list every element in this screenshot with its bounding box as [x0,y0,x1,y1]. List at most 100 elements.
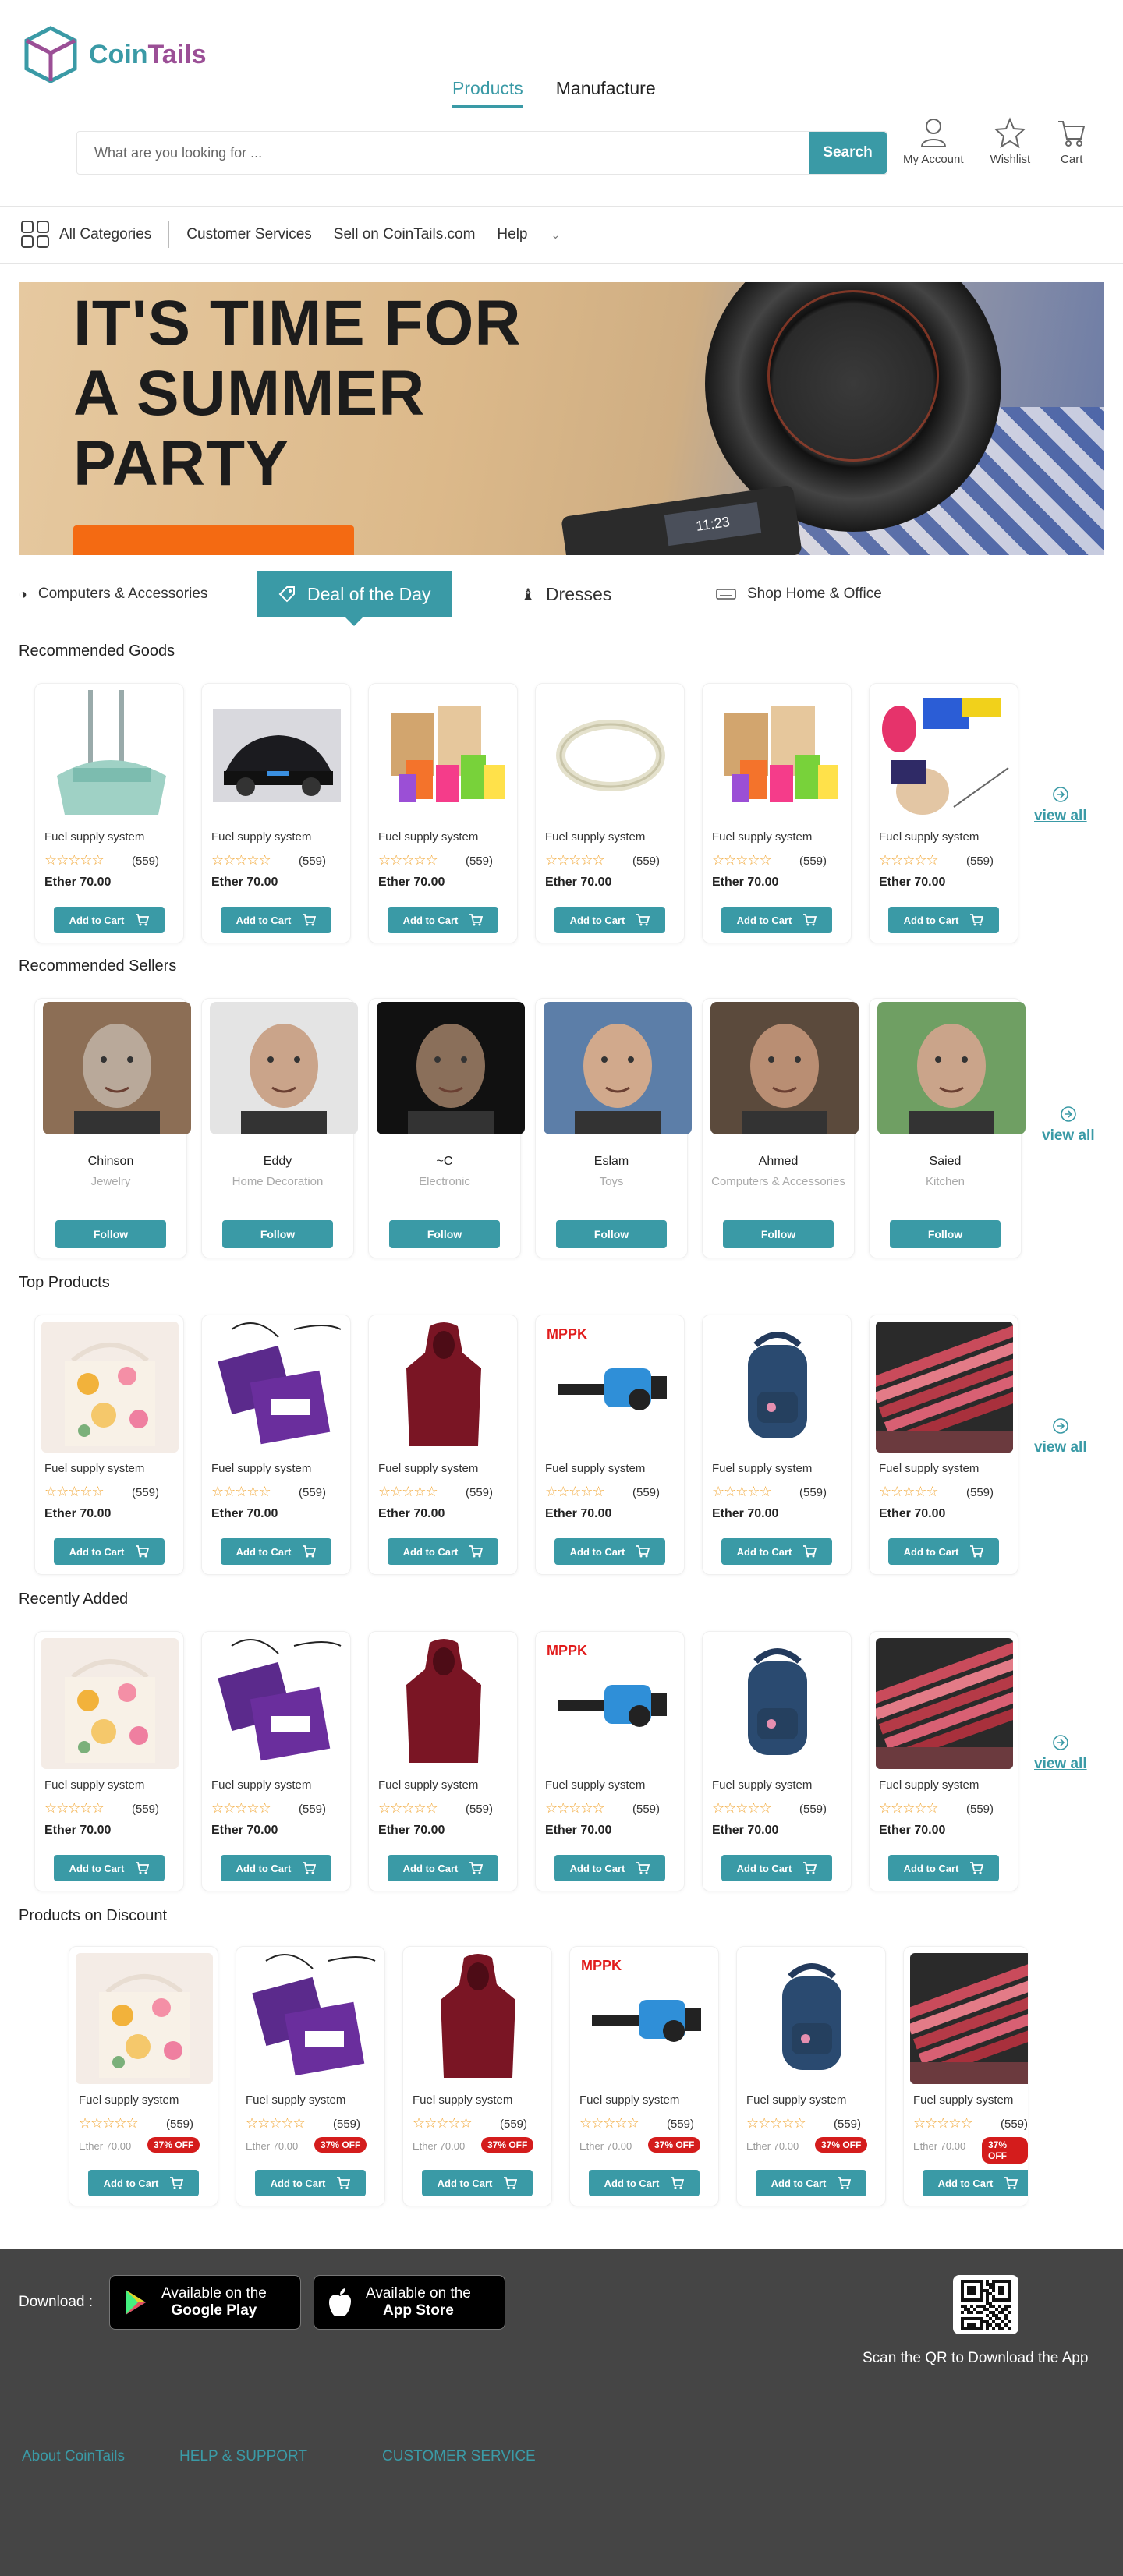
add-to-cart-button[interactable]: Add to Cart [54,1855,165,1881]
add-to-cart-button[interactable]: Add to Cart [721,1538,832,1565]
floral-tote-image[interactable] [76,1953,213,2084]
product-card[interactable]: Fuel supply system ☆☆☆☆☆ (559) Ether 70.00 3… [236,1946,385,2206]
seller-name[interactable]: ~C [369,1155,520,1169]
navy-backpack-image[interactable] [709,1638,846,1769]
view-all-link[interactable]: view all [1042,1106,1095,1145]
product-name[interactable]: Fuel supply system [211,1778,311,1792]
avatar[interactable] [210,1002,358,1134]
add-to-cart-button[interactable]: Add to Cart [255,2170,366,2196]
product-card[interactable]: Fuel supply system ☆☆☆☆☆ (559) Ether 70.00 A… [368,683,518,943]
product-card[interactable]: Fuel supply system ☆☆☆☆☆ (559) Ether 70.00 A… [869,683,1018,943]
red-hoodie-image[interactable] [375,1322,512,1453]
add-to-cart-button[interactable]: Add to Cart [221,907,331,933]
product-name[interactable]: Fuel supply system [211,830,311,844]
product-card[interactable]: Fuel supply system ☆☆☆☆☆ (559) Ether 70.00 A… [34,1315,184,1575]
seller-card[interactable]: Saied Kitchen Follow [869,998,1026,1258]
app-store-button[interactable]: Available on the App Store [314,2275,505,2330]
add-to-cart-button[interactable]: Add to Cart [388,1538,498,1565]
product-card[interactable]: Fuel supply system ☆☆☆☆☆ (559) Ether 70.00 A… [869,1315,1018,1575]
purple-pouch-image[interactable] [208,1322,345,1453]
tab-products[interactable]: Products [452,78,523,108]
blue-tool-image[interactable]: MPPK [542,1638,679,1769]
product-card[interactable]: Fuel supply system ☆☆☆☆☆ (559) Ether 70.00 3… [903,1946,1028,2206]
view-all-link[interactable]: view all [1034,786,1087,825]
product-name[interactable]: Fuel supply system [44,830,144,844]
product-card[interactable]: Fuel supply system ☆☆☆☆☆ (559) Ether 70.00 3… [736,1946,886,2206]
search-button[interactable]: Search [809,132,887,174]
follow-button[interactable]: Follow [222,1220,333,1248]
product-name[interactable]: Fuel supply system [413,2093,512,2107]
product-name[interactable]: Fuel supply system [746,2093,846,2107]
product-card[interactable]: Fuel supply system ☆☆☆☆☆ (559) Ether 70.00 A… [201,1631,351,1891]
seller-card[interactable]: ~C Electronic Follow [368,998,525,1258]
footer-link-customer-service[interactable]: CUSTOMER SERVICE [382,2448,536,2465]
product-card[interactable]: Fuel supply system ☆☆☆☆☆ (559) Ether 70.00 3… [402,1946,552,2206]
lipstick-swatches-image[interactable] [876,1638,1013,1769]
product-name[interactable]: Fuel supply system [879,1778,979,1792]
purple-pouch-image[interactable] [243,1953,380,2084]
nav-customer-services[interactable]: Customer Services [186,226,312,243]
blue-tool-image[interactable]: MPPK [542,1322,679,1453]
paper-bags-image[interactable] [375,690,512,821]
product-name[interactable]: Fuel supply system [378,1778,478,1792]
all-categories-button[interactable]: All Categories [20,220,151,249]
product-name[interactable]: Fuel supply system [879,1462,979,1475]
footer-link-about[interactable]: About CoinTails [22,2448,125,2465]
add-to-cart-button[interactable]: Add to Cart [721,907,832,933]
seller-name[interactable]: Ahmed [703,1155,854,1169]
red-hoodie-image[interactable] [409,1953,547,2084]
avatar[interactable] [710,1002,859,1134]
add-to-cart-button[interactable]: Add to Cart [54,907,165,933]
product-card[interactable]: Fuel supply system ☆☆☆☆☆ (559) Ether 70.00 A… [535,683,685,943]
product-card[interactable]: Fuel supply system ☆☆☆☆☆ (559) Ether 70.00 A… [201,1315,351,1575]
product-name[interactable]: Fuel supply system [79,2093,179,2107]
add-to-cart-button[interactable]: Add to Cart [422,2170,533,2196]
search-input[interactable] [77,132,810,174]
product-card[interactable]: MPPK Fuel supply system ☆☆☆☆☆ (559) Ether 70… [535,1631,685,1891]
product-card[interactable]: Fuel supply system ☆☆☆☆☆ (559) Ether 70.00 A… [869,1631,1018,1891]
add-to-cart-button[interactable]: Add to Cart [54,1538,165,1565]
add-to-cart-button[interactable]: Add to Cart [888,1855,999,1881]
product-name[interactable]: Fuel supply system [712,1778,812,1792]
product-name[interactable]: Fuel supply system [879,830,979,844]
product-card[interactable]: Fuel supply system ☆☆☆☆☆ (559) Ether 70.00 A… [702,683,852,943]
black-car-image[interactable] [208,690,345,821]
product-card[interactable]: Fuel supply system ☆☆☆☆☆ (559) Ether 70.00 3… [69,1946,218,2206]
product-name[interactable]: Fuel supply system [246,2093,345,2107]
floral-tote-image[interactable] [41,1638,179,1769]
product-card[interactable]: Fuel supply system ☆☆☆☆☆ (559) Ether 70.00 A… [368,1631,518,1891]
floral-tote-image[interactable] [41,1322,179,1453]
follow-button[interactable]: Follow [890,1220,1001,1248]
seller-name[interactable]: Chinson [35,1155,186,1169]
add-to-cart-button[interactable]: Add to Cart [888,1538,999,1565]
add-to-cart-button[interactable]: Add to Cart [756,2170,866,2196]
add-to-cart-button[interactable]: Add to Cart [221,1538,331,1565]
wishlist-button[interactable]: Wishlist [990,117,1030,166]
avatar[interactable] [43,1002,191,1134]
add-to-cart-button[interactable]: Add to Cart [221,1855,331,1881]
seller-card[interactable]: Eslam Toys Follow [535,998,692,1258]
follow-button[interactable]: Follow [55,1220,166,1248]
nav-sell[interactable]: Sell on CoinTails.com [334,226,476,243]
avatar[interactable] [544,1002,692,1134]
avatar[interactable] [377,1002,525,1134]
seller-name[interactable]: Saied [870,1155,1021,1169]
nav-help[interactable]: Help ⌄ [497,226,560,243]
fans-craft-image[interactable] [876,690,1013,821]
tab-computers-accessories[interactable]: ◑ Computers & Accessories [19,571,207,617]
ring-bracelet-image[interactable] [542,690,679,821]
red-hoodie-image[interactable] [375,1638,512,1769]
add-to-cart-button[interactable]: Add to Cart [554,1855,665,1881]
add-to-cart-button[interactable]: Add to Cart [923,2170,1028,2196]
seller-card[interactable]: Ahmed Computers & Accessories Follow [702,998,859,1258]
tab-dresses[interactable]: ♝ Dresses [521,571,611,617]
view-all-link[interactable]: view all [1034,1734,1087,1773]
seller-card[interactable]: Chinson Jewelry Follow [34,998,191,1258]
add-to-cart-button[interactable]: Add to Cart [88,2170,199,2196]
banner-cta-button[interactable] [73,525,354,555]
product-name[interactable]: Fuel supply system [545,1462,645,1475]
my-account-button[interactable]: My Account [903,117,964,166]
navy-backpack-image[interactable] [743,1953,880,2084]
add-to-cart-button[interactable]: Add to Cart [388,1855,498,1881]
add-to-cart-button[interactable]: Add to Cart [388,907,498,933]
